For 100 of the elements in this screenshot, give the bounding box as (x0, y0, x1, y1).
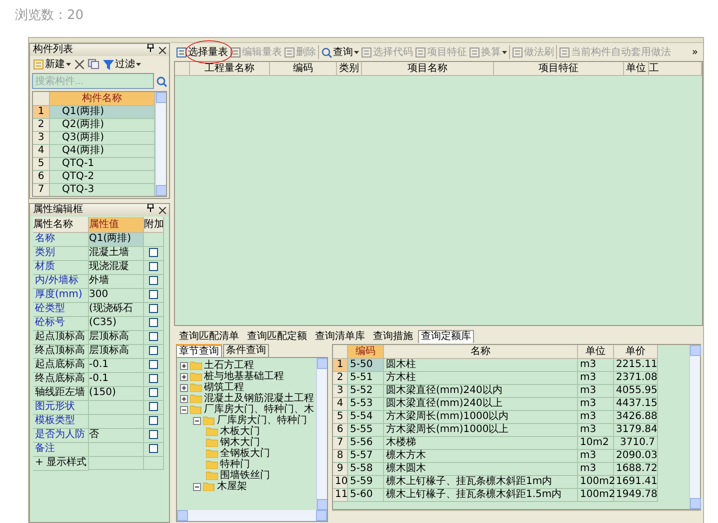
property-value[interactable]: 300 (89, 289, 144, 303)
table-cell[interactable]: 3426.88 (614, 411, 658, 424)
checkbox[interactable] (149, 318, 158, 327)
checkbox[interactable] (149, 402, 158, 411)
table-cell[interactable]: 方木梁周长(mm)1000以内 (384, 411, 578, 424)
table-cell[interactable]: 2090.03 (614, 450, 658, 463)
checkbox[interactable] (149, 304, 158, 313)
tree-item[interactable]: 全钢板大门 (220, 448, 270, 459)
table-cell[interactable]: m3 (578, 424, 614, 437)
table-cell[interactable]: 檩木上钉椽子、挂瓦条檩木斜距1.5m内 (384, 489, 578, 502)
toolbar-button[interactable]: » (692, 44, 701, 60)
checkbox[interactable] (149, 290, 158, 299)
checkbox[interactable] (149, 360, 158, 369)
checkbox[interactable] (149, 374, 158, 383)
table-cell[interactable]: 圆木梁直径(mm)240以上 (384, 398, 578, 411)
table-cell[interactable]: 1949.78 (614, 489, 658, 502)
checkbox[interactable] (149, 276, 158, 285)
expand-toggle[interactable] (180, 372, 188, 380)
table-cell[interactable]: 5-56 (348, 437, 384, 450)
table-cell[interactable]: 5-58 (348, 463, 384, 476)
tree-item[interactable]: 围墙铁丝门 (220, 470, 270, 481)
table-cell[interactable]: m3 (578, 398, 614, 411)
table-cell[interactable]: 5-60 (348, 489, 384, 502)
component-name[interactable]: Q1(两排) (50, 106, 155, 119)
table-cell[interactable]: 5-57 (348, 450, 384, 463)
table-cell[interactable]: 4437.15 (614, 398, 658, 411)
property-value[interactable]: -0.1 (89, 359, 144, 373)
table-cell[interactable]: 檩木上钉椽子、挂瓦条檩木斜距1m内 (384, 476, 578, 489)
copy-icon[interactable] (88, 59, 99, 69)
table-cell[interactable]: m3 (578, 372, 614, 385)
checkbox[interactable] (149, 332, 158, 341)
table-cell[interactable]: 5-52 (348, 385, 384, 398)
property-value[interactable]: 层顶标高 (89, 331, 144, 345)
table-cell[interactable]: m3 (578, 359, 614, 372)
scrollbar[interactable] (177, 510, 327, 521)
expand-toggle[interactable] (193, 416, 201, 424)
property-value[interactable]: (150) (89, 387, 144, 401)
toolbar-button[interactable]: 选择量表 (176, 44, 228, 60)
checkbox[interactable] (149, 262, 158, 271)
tree-item[interactable]: 桩与地基基础工程 (204, 371, 284, 382)
tree-item[interactable]: 土石方工程 (204, 360, 254, 371)
query-tab[interactable]: 查询定额库 (418, 330, 474, 343)
table-cell[interactable]: 1688.72 (614, 463, 658, 476)
close-icon[interactable] (159, 206, 166, 214)
expand-toggle[interactable] (193, 482, 201, 490)
table-cell[interactable]: 5-59 (348, 476, 384, 489)
query-tab[interactable]: 查询匹配定额 (244, 330, 310, 343)
property-value[interactable]: (C35) (89, 317, 144, 331)
new-button[interactable]: 新建 (33, 56, 71, 72)
checkbox[interactable] (149, 248, 158, 257)
table-cell[interactable]: 2371.08 (614, 372, 658, 385)
query-tab[interactable]: 查询清单库 (312, 330, 368, 343)
tree-item[interactable]: 厂库房大门、特种门 (217, 415, 307, 426)
table-cell[interactable]: 100m2 (578, 476, 614, 489)
expand-toggle[interactable] (180, 394, 188, 402)
tree-item[interactable]: 混凝土及钢筋混凝土工程 (204, 393, 314, 404)
tree-item[interactable]: 木屋架 (217, 481, 247, 492)
table-cell[interactable]: 3710.7 (614, 437, 658, 450)
checkbox[interactable] (149, 430, 158, 439)
table-cell[interactable]: 圆木柱 (384, 359, 578, 372)
table-cell[interactable]: m3 (578, 463, 614, 476)
expand-toggle[interactable] (180, 406, 188, 414)
table-cell[interactable]: 100m2 (578, 489, 614, 502)
table-cell[interactable]: m3 (578, 411, 614, 424)
table-cell[interactable]: 5-53 (348, 398, 384, 411)
table-cell[interactable]: 3179.84 (614, 424, 658, 437)
property-value[interactable]: 外墙 (89, 275, 144, 289)
table-cell[interactable]: 10m2 (578, 437, 614, 450)
filter-button[interactable]: 过滤 (103, 56, 141, 72)
checkbox[interactable] (149, 388, 158, 397)
table-cell[interactable]: 圆木梁直径(mm)240以内 (384, 385, 578, 398)
property-group[interactable]: + 显示样式 (33, 457, 89, 471)
expand-toggle[interactable] (180, 362, 188, 370)
table-cell[interactable]: 方木柱 (384, 372, 578, 385)
table-cell[interactable]: 1691.41 (614, 476, 658, 489)
property-value[interactable]: Q1(两排) (89, 233, 144, 247)
close-icon[interactable] (159, 46, 166, 54)
table-cell[interactable]: 檩木圆木 (384, 463, 578, 476)
toolbar-button[interactable]: 查询 (321, 44, 359, 60)
expand-toggle[interactable] (180, 384, 188, 392)
scrollbar[interactable] (155, 92, 166, 196)
table-cell[interactable]: 木楼梯 (384, 437, 578, 450)
property-value[interactable]: (现浇砾石 (89, 303, 144, 317)
table-cell[interactable]: 2215.11 (614, 359, 658, 372)
property-value[interactable]: -0.1 (89, 373, 144, 387)
tree-item[interactable]: 特种门 (220, 459, 250, 470)
table-cell[interactable]: 5-51 (348, 372, 384, 385)
tree-item[interactable]: 钢木大门 (220, 437, 260, 448)
property-value[interactable]: 混凝土墙 (89, 247, 144, 261)
search-icon[interactable] (156, 76, 167, 86)
sub-tab[interactable]: 章节查询 (176, 344, 222, 357)
table-cell[interactable]: 5-55 (348, 424, 384, 437)
table-cell[interactable]: 檩木方木 (384, 450, 578, 463)
property-value[interactable]: 现浇混凝 (89, 261, 144, 275)
property-value[interactable]: 层顶标高 (89, 345, 144, 359)
tree-item[interactable]: 砌筑工程 (204, 382, 244, 393)
table-cell[interactable]: 5-50 (348, 359, 384, 372)
property-value[interactable]: 否 (89, 429, 144, 443)
scrollbar[interactable] (689, 345, 700, 509)
tree-item[interactable]: 木板大门 (220, 426, 260, 437)
